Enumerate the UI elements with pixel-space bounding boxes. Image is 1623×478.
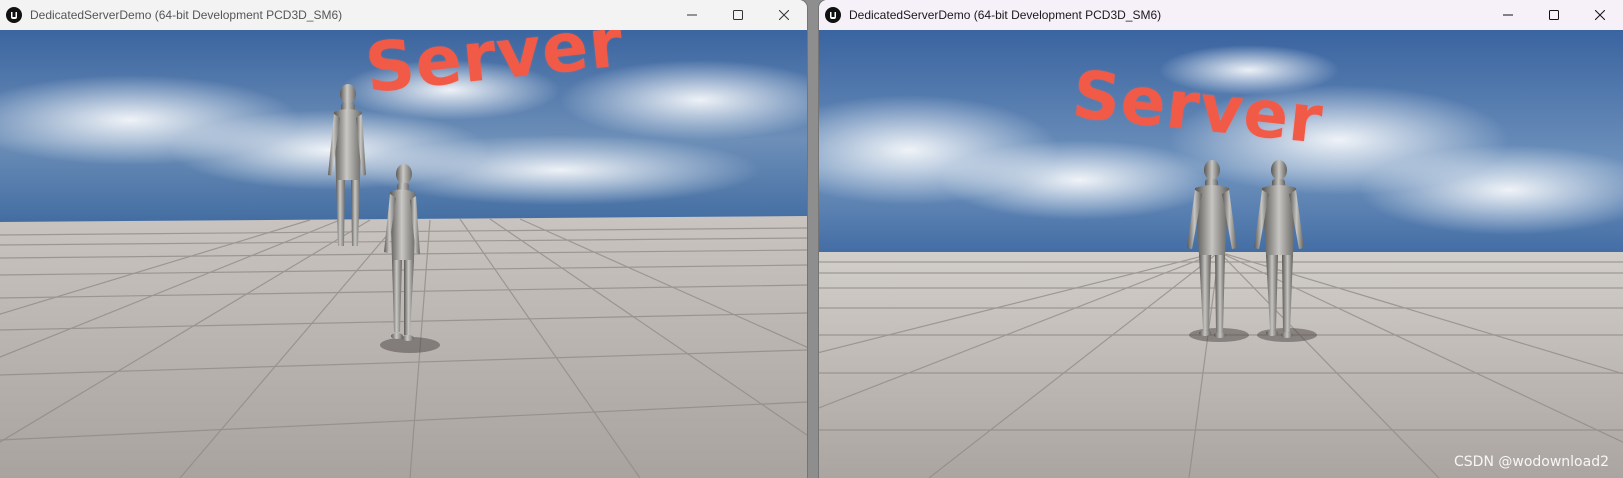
maximize-icon — [733, 10, 743, 20]
minimize-button[interactable] — [669, 0, 715, 30]
close-icon — [1595, 10, 1605, 20]
caption-buttons — [669, 0, 807, 30]
game-window-right[interactable]: DedicatedServerDemo (64-bit Development … — [819, 0, 1623, 478]
game-viewport[interactable]: Server — [0, 30, 807, 478]
window-gap — [807, 0, 819, 478]
minimize-button[interactable] — [1485, 0, 1531, 30]
window-title: DedicatedServerDemo (64-bit Development … — [849, 8, 1162, 22]
game-window-left[interactable]: DedicatedServerDemo (64-bit Development … — [0, 0, 807, 478]
window-title: DedicatedServerDemo (64-bit Development … — [30, 8, 343, 22]
maximize-button[interactable] — [715, 0, 761, 30]
maximize-icon — [1549, 10, 1559, 20]
game-viewport[interactable]: Server CSDN @wodownload2 — [819, 30, 1623, 478]
close-button[interactable] — [761, 0, 807, 30]
minimize-icon — [687, 14, 697, 16]
unreal-engine-logo-icon — [6, 7, 22, 23]
title-bar[interactable]: DedicatedServerDemo (64-bit Development … — [0, 0, 807, 30]
title-bar[interactable]: DedicatedServerDemo (64-bit Development … — [819, 0, 1623, 30]
unreal-engine-logo-icon — [825, 7, 841, 23]
watermark: CSDN @wodownload2 — [1454, 454, 1609, 470]
minimize-icon — [1503, 14, 1513, 16]
maximize-button[interactable] — [1531, 0, 1577, 30]
close-icon — [779, 10, 789, 20]
close-button[interactable] — [1577, 0, 1623, 30]
caption-buttons — [1485, 0, 1623, 30]
